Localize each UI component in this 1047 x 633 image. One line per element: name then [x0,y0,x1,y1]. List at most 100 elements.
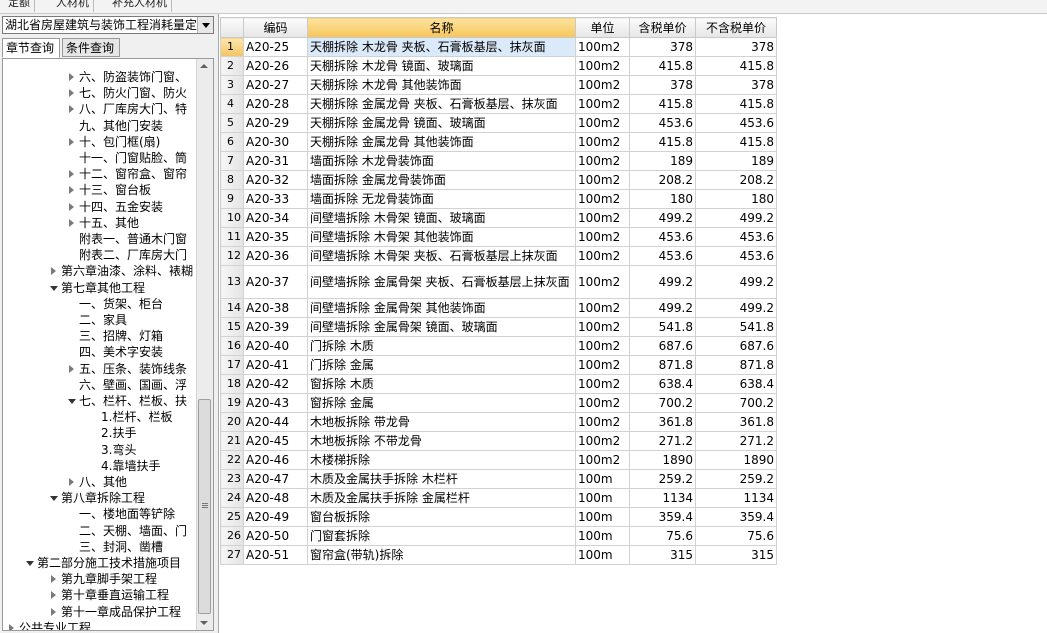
collapsed-arrow-icon[interactable] [69,105,74,114]
collapsed-arrow-icon[interactable] [69,170,74,179]
quota-library-select[interactable]: 湖北省房屋建筑与装饰工程消耗量定额 [2,16,214,34]
price-without-tax-cell[interactable]: 189 [695,151,777,171]
name-cell[interactable]: 天棚拆除 金属龙骨 夹板、石膏板基层、抹灰面 [307,94,576,114]
table-row[interactable]: 17 A20-41 门拆除 金属 100m2 871.8 871.8 [220,355,777,375]
table-row[interactable]: 16 A20-40 门拆除 木质 100m2 687.6 687.6 [220,336,777,356]
header-unit[interactable]: 单位 [575,17,630,38]
row-number-cell[interactable]: 1 [220,37,244,57]
collapsed-arrow-icon[interactable] [51,591,56,600]
expanded-arrow-icon[interactable] [50,285,58,291]
tree-scrollbar[interactable] [196,59,213,630]
price-without-tax-cell[interactable]: 638.4 [695,374,777,394]
row-number-cell[interactable]: 25 [220,507,244,527]
row-number-cell[interactable]: 10 [220,208,244,228]
price-without-tax-cell[interactable]: 415.8 [695,94,777,114]
row-number-cell[interactable]: 20 [220,412,244,432]
header-name[interactable]: 名称 [307,17,576,38]
unit-cell[interactable]: 100m2 [575,94,630,114]
row-number-cell[interactable]: 19 [220,393,244,413]
name-cell[interactable]: 窗台板拆除 [307,507,576,527]
unit-cell[interactable]: 100m2 [575,227,630,247]
unit-cell[interactable]: 100m2 [575,132,630,152]
name-cell[interactable]: 木质及金属扶手拆除 木栏杆 [307,469,576,489]
unit-cell[interactable]: 100m2 [575,56,630,76]
unit-cell[interactable]: 100m2 [575,113,630,133]
name-cell[interactable]: 间壁墙拆除 金属骨架 夹板、石膏板基层上抹灰面 [307,265,576,299]
price-with-tax-cell[interactable]: 638.4 [629,374,696,394]
row-number-cell[interactable]: 6 [220,132,244,152]
collapsed-arrow-icon[interactable] [69,137,74,146]
tab-quota[interactable]: 定额 [4,0,35,12]
name-cell[interactable]: 门拆除 金属 [307,355,576,375]
unit-cell[interactable]: 100m2 [575,246,630,266]
row-number-cell[interactable]: 24 [220,488,244,508]
code-cell[interactable]: A20-43 [243,393,308,413]
table-row[interactable]: 15 A20-39 间壁墙拆除 金属骨架 镜面、玻璃面 100m2 541.8 541.8 [220,317,777,337]
collapsed-arrow-icon[interactable] [51,267,56,276]
code-cell[interactable]: A20-38 [243,298,308,318]
collapsed-arrow-icon[interactable] [51,575,56,584]
table-row[interactable]: 5 A20-29 天棚拆除 金属龙骨 镜面、玻璃面 100m2 453.6 453.6 [220,113,777,133]
name-cell[interactable]: 天棚拆除 木龙骨 其他装饰面 [307,75,576,95]
unit-cell[interactable]: 100m [575,545,630,565]
table-row[interactable]: 3 A20-27 天棚拆除 木龙骨 其他装饰面 100m2 378 378 [220,75,777,95]
unit-cell[interactable]: 100m2 [575,75,630,95]
scroll-down-arrow-icon[interactable] [200,621,208,625]
unit-cell[interactable]: 100m2 [575,336,630,356]
code-cell[interactable]: A20-29 [243,113,308,133]
code-cell[interactable]: A20-41 [243,355,308,375]
price-with-tax-cell[interactable]: 453.6 [629,227,696,247]
price-without-tax-cell[interactable]: 700.2 [695,393,777,413]
table-row[interactable]: 7 A20-31 墙面拆除 木龙骨装饰面 100m2 189 189 [220,151,777,171]
code-cell[interactable]: A20-51 [243,545,308,565]
code-cell[interactable]: A20-45 [243,431,308,451]
price-without-tax-cell[interactable]: 415.8 [695,56,777,76]
collapsed-arrow-icon[interactable] [69,364,74,373]
name-cell[interactable]: 门拆除 木质 [307,336,576,356]
name-cell[interactable]: 天棚拆除 金属龙骨 其他装饰面 [307,132,576,152]
price-without-tax-cell[interactable]: 453.6 [695,227,777,247]
row-number-cell[interactable]: 22 [220,450,244,470]
row-number-cell[interactable]: 23 [220,469,244,489]
table-row[interactable]: 27 A20-51 窗帘盒(带轨)拆除 100m 315 315 [220,545,777,565]
code-cell[interactable]: A20-46 [243,450,308,470]
unit-cell[interactable]: 100m2 [575,393,630,413]
name-cell[interactable]: 木质及金属扶手拆除 金属栏杆 [307,488,576,508]
code-cell[interactable]: A20-28 [243,94,308,114]
row-number-cell[interactable]: 11 [220,227,244,247]
unit-cell[interactable]: 100m2 [575,208,630,228]
name-cell[interactable]: 门窗套拆除 [307,526,576,546]
table-row[interactable]: 22 A20-46 木楼梯拆除 100m2 1890 1890 [220,450,777,470]
name-cell[interactable]: 间壁墙拆除 金属骨架 其他装饰面 [307,298,576,318]
price-without-tax-cell[interactable]: 315 [695,545,777,565]
price-without-tax-cell[interactable]: 271.2 [695,431,777,451]
unit-cell[interactable]: 100m2 [575,37,630,57]
name-cell[interactable]: 间壁墙拆除 木骨架 其他装饰面 [307,227,576,247]
unit-cell[interactable]: 100m2 [575,374,630,394]
price-without-tax-cell[interactable]: 687.6 [695,336,777,356]
code-cell[interactable]: A20-50 [243,526,308,546]
price-with-tax-cell[interactable]: 499.2 [629,208,696,228]
code-cell[interactable]: A20-30 [243,132,308,152]
collapsed-arrow-icon[interactable] [9,623,14,630]
expanded-arrow-icon[interactable] [50,496,58,502]
price-with-tax-cell[interactable]: 700.2 [629,393,696,413]
name-cell[interactable]: 间壁墙拆除 木骨架 镜面、玻璃面 [307,208,576,228]
code-cell[interactable]: A20-39 [243,317,308,337]
unit-cell[interactable]: 100m2 [575,317,630,337]
table-row[interactable]: 21 A20-45 木地板拆除 不带龙骨 100m2 271.2 271.2 [220,431,777,451]
price-without-tax-cell[interactable]: 359.4 [695,507,777,527]
price-with-tax-cell[interactable]: 315 [629,545,696,565]
code-cell[interactable]: A20-25 [243,37,308,57]
price-with-tax-cell[interactable]: 361.8 [629,412,696,432]
table-row[interactable]: 18 A20-42 窗拆除 木质 100m2 638.4 638.4 [220,374,777,394]
row-number-cell[interactable]: 2 [220,56,244,76]
code-cell[interactable]: A20-44 [243,412,308,432]
row-number-cell[interactable]: 13 [220,265,244,299]
price-with-tax-cell[interactable]: 499.2 [629,265,696,299]
price-with-tax-cell[interactable]: 453.6 [629,113,696,133]
row-number-cell[interactable]: 18 [220,374,244,394]
unit-cell[interactable]: 100m2 [575,450,630,470]
price-with-tax-cell[interactable]: 687.6 [629,336,696,356]
price-without-tax-cell[interactable]: 1134 [695,488,777,508]
